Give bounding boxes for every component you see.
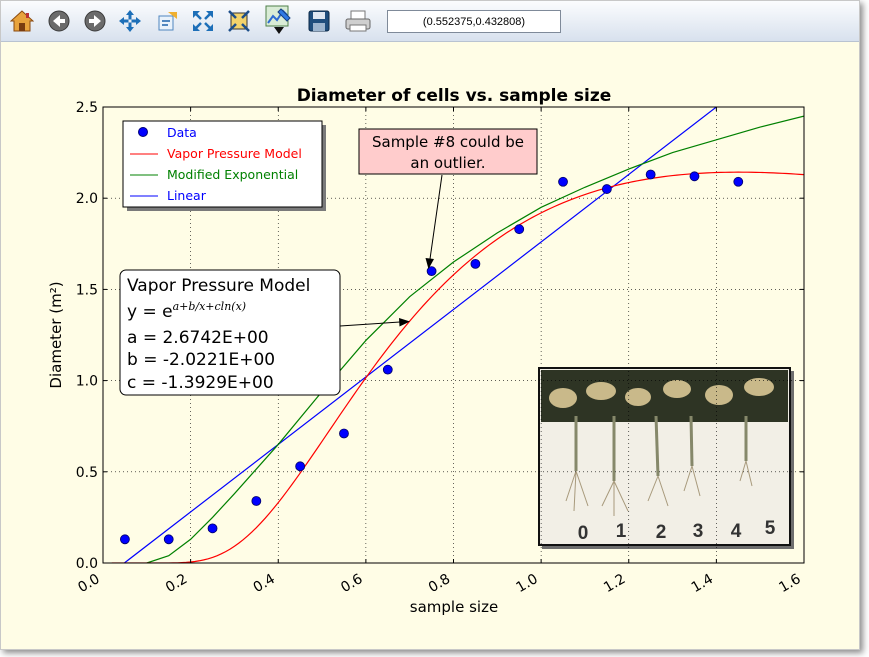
print-icon (345, 10, 371, 32)
equation-param-a: a = 2.6742E+00 (127, 328, 269, 348)
forward-button[interactable] (81, 7, 109, 35)
y-tick-label: 2.5 (76, 100, 98, 116)
move-icon (119, 10, 141, 32)
x-tick-label: 0.8 (426, 571, 453, 596)
x-tick-label: 1.6 (776, 571, 803, 596)
chart-title: Diameter of cells vs. sample size (297, 86, 612, 106)
photo-label-4: 4 (731, 521, 742, 542)
data-point (382, 364, 393, 375)
home-icon (10, 10, 34, 32)
data-point (514, 224, 525, 235)
print-button[interactable] (344, 7, 372, 35)
data-point (251, 496, 262, 506)
data-point (645, 169, 656, 180)
zoom-rect-button[interactable] (153, 7, 181, 35)
data-point (295, 461, 306, 472)
x-axis-label: sample size (410, 598, 498, 616)
y-tick-label: 0.5 (76, 465, 98, 481)
data-point (470, 258, 481, 269)
figure-canvas[interactable]: 0 1 2 3 4 5 0.0 0.2 0.4 0.6 0.8 1.0 1.2 1.4 1.6 0… (1, 41, 859, 649)
zoom-rect-icon (158, 12, 177, 31)
figure-window: (0.552375,0.432808) 0 1 2 3 4 5 0.0 0.2 … (0, 0, 860, 650)
y-tick-label: 1.0 (76, 374, 98, 390)
data-point (558, 176, 568, 187)
y-tick-label: 0.0 (76, 556, 98, 572)
outlier-arrow (429, 174, 443, 260)
data-point (120, 534, 130, 545)
legend-marker-data (138, 127, 148, 137)
photo-label-0: 0 (578, 523, 589, 544)
outlier-annotation: Sample #8 could be an outlier. (358, 128, 538, 269)
x-tick-label: 0.0 (75, 571, 102, 596)
x-tick-label: 0.4 (251, 571, 278, 596)
save-button[interactable] (305, 7, 333, 35)
equation-arrow (339, 321, 401, 327)
outlier-note-line-2: an outlier. (410, 154, 485, 172)
data-point (207, 523, 218, 534)
equation-arrow-head (399, 318, 410, 327)
photo-label-1: 1 (616, 521, 627, 542)
fit-view-button[interactable] (189, 7, 217, 35)
back-button[interactable] (45, 7, 73, 35)
legend-label-modexp: Modified Exponential (167, 167, 298, 182)
save-icon (308, 10, 330, 32)
expand-icon (193, 11, 213, 31)
x-tick-label: 1.4 (689, 571, 716, 596)
photo-label-5: 5 (765, 518, 776, 539)
pan-button[interactable] (116, 7, 144, 35)
home-button[interactable] (8, 7, 36, 35)
equation-param-b: b = -2.0221E+00 (127, 350, 275, 370)
x-tick-label: 1.0 (513, 571, 540, 596)
photo-label-3: 3 (693, 521, 704, 542)
subplots-icon (228, 10, 250, 32)
edit-icon (265, 5, 291, 34)
y-axis-label: Diameter (m²) (47, 281, 65, 388)
legend-label-data: Data (167, 125, 197, 140)
data-point (733, 176, 744, 187)
legend-label-vapor: Vapor Pressure Model (167, 146, 302, 161)
outlier-note-line-1: Sample #8 could be (372, 133, 524, 151)
legend: Data Vapor Pressure Model Modified Expon… (122, 120, 326, 211)
data-point (689, 171, 700, 182)
arrow-left-icon (48, 10, 70, 32)
x-tick-label: 1.2 (601, 571, 628, 596)
navigation-toolbar: (0.552375,0.432808) (1, 1, 859, 42)
x-tick-label: 0.2 (163, 571, 190, 596)
coordinates-readout: (0.552375,0.432808) (387, 10, 561, 33)
equation-title: Vapor Pressure Model (127, 276, 310, 296)
configure-subplots-button[interactable] (225, 7, 253, 35)
equation-param-c: c = -1.3929E+00 (127, 373, 274, 393)
arrow-right-icon (84, 10, 106, 32)
data-point (601, 184, 612, 194)
x-tick-label: 0.6 (338, 571, 365, 596)
photo-label-2: 2 (656, 522, 667, 543)
y-tick-label: 2.0 (76, 191, 98, 207)
data-point (163, 534, 174, 545)
y-tick-label: 1.5 (76, 282, 98, 298)
plant-roots-photo: 0 1 2 3 4 5 (538, 367, 794, 549)
data-point (339, 428, 349, 439)
edit-button[interactable] (263, 3, 291, 37)
legend-label-linear: Linear (167, 188, 207, 203)
